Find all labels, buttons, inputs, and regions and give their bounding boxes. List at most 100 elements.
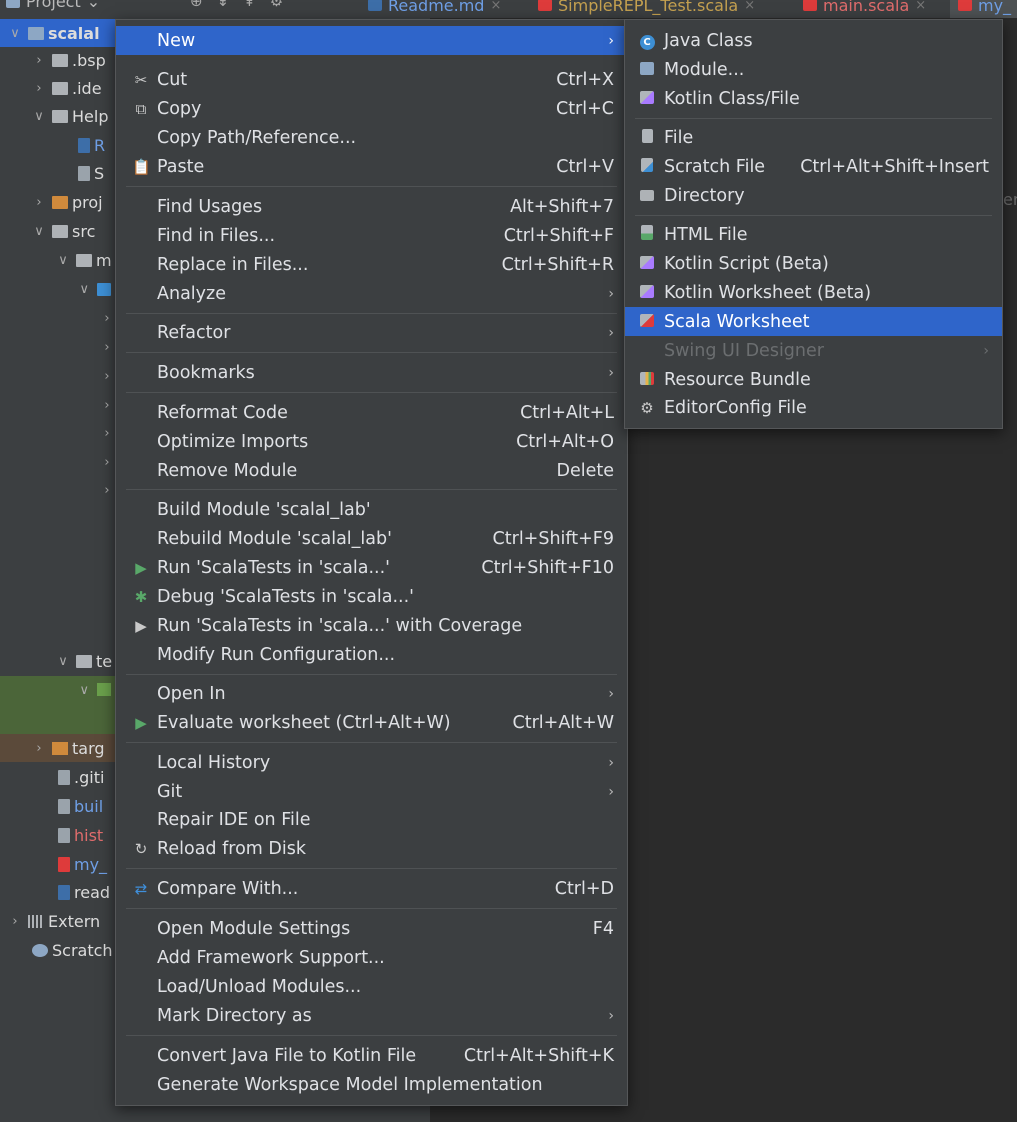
tree-item-project[interactable]: › proj bbox=[0, 188, 115, 216]
tree-item-history[interactable]: hist bbox=[0, 821, 115, 849]
menu-item-new[interactable]: New › bbox=[116, 26, 627, 55]
tree-item-idea[interactable]: › .ide bbox=[0, 74, 115, 102]
submenu-item-file[interactable]: File bbox=[625, 123, 1002, 152]
menu-item-git[interactable]: Git › bbox=[116, 777, 627, 806]
menu-item-reformat-code[interactable]: Reformat Code Ctrl+Alt+L bbox=[116, 398, 627, 427]
submenu-item-kotlin-script[interactable]: Kotlin Script (Beta) bbox=[625, 249, 1002, 278]
tab-readme[interactable]: Readme.md × bbox=[360, 0, 509, 18]
tab-my[interactable]: my_ bbox=[950, 0, 1017, 18]
menu-item-reload-from-disk[interactable]: ↻ Reload from Disk bbox=[116, 834, 627, 863]
tree-item-scratches[interactable]: Scratch bbox=[0, 936, 115, 964]
submenu-item-resource-bundle[interactable]: Resource Bundle bbox=[625, 365, 1002, 394]
chevron-right-icon[interactable]: › bbox=[32, 195, 46, 210]
menu-item-convert-java-to-kotlin[interactable]: Convert Java File to Kotlin File Ctrl+Al… bbox=[116, 1041, 627, 1070]
tree-item-collapsed[interactable]: › bbox=[0, 391, 115, 419]
menu-item-local-history[interactable]: Local History › bbox=[116, 748, 627, 777]
close-icon[interactable]: × bbox=[490, 0, 501, 13]
submenu-item-kotlin-class[interactable]: Kotlin Class/File bbox=[625, 84, 1002, 113]
submenu-item-scratch-file[interactable]: Scratch File Ctrl+Alt+Shift+Insert bbox=[625, 152, 1002, 181]
chevron-right-icon[interactable]: › bbox=[100, 483, 114, 498]
tree-item-gitignore[interactable]: .giti bbox=[0, 763, 115, 791]
menu-item-copy-path[interactable]: Copy Path/Reference... bbox=[116, 123, 627, 152]
chevron-down-icon[interactable]: ∨ bbox=[56, 253, 70, 268]
tree-item-help[interactable]: ∨ Help bbox=[0, 102, 115, 130]
locate-icon[interactable]: ⊕ bbox=[190, 0, 203, 10]
tab-simplerepl[interactable]: SimpleREPL_Test.scala × bbox=[530, 0, 763, 18]
tree-item-test[interactable]: ∨ te bbox=[0, 647, 115, 675]
menu-item-cut[interactable]: ✂ Cut Ctrl+X bbox=[116, 65, 627, 94]
menu-item-rebuild-module[interactable]: Rebuild Module 'scalal_lab' Ctrl+Shift+F… bbox=[116, 524, 627, 553]
menu-item-compare-with[interactable]: ⇄ Compare With... Ctrl+D bbox=[116, 874, 627, 903]
tree-item-r[interactable]: R bbox=[0, 131, 115, 159]
menu-item-analyze[interactable]: Analyze › bbox=[116, 279, 627, 308]
tree-item-collapsed[interactable]: › bbox=[0, 304, 115, 332]
menu-item-add-framework-support[interactable]: Add Framework Support... bbox=[116, 943, 627, 972]
chevron-down-icon[interactable]: ∨ bbox=[78, 282, 91, 297]
submenu-item-directory[interactable]: Directory bbox=[625, 181, 1002, 210]
menu-item-evaluate-worksheet[interactable]: ▶ Evaluate worksheet (Ctrl+Alt+W) Ctrl+A… bbox=[116, 708, 627, 737]
menu-item-open-module-settings[interactable]: Open Module Settings F4 bbox=[116, 914, 627, 943]
chevron-right-icon[interactable]: › bbox=[8, 914, 22, 929]
menu-item-refactor[interactable]: Refactor › bbox=[116, 318, 627, 347]
chevron-right-icon[interactable]: › bbox=[100, 369, 114, 384]
submenu-item-module[interactable]: Module... bbox=[625, 55, 1002, 84]
submenu-item-scala-worksheet[interactable]: Scala Worksheet bbox=[625, 307, 1002, 336]
tree-item-s[interactable]: S bbox=[0, 159, 115, 187]
menu-item-load-unload-modules[interactable]: Load/Unload Modules... bbox=[116, 972, 627, 1001]
menu-item-find-usages[interactable]: Find Usages Alt+Shift+7 bbox=[116, 192, 627, 221]
menu-item-modify-run-config[interactable]: Modify Run Configuration... bbox=[116, 640, 627, 669]
chevron-down-icon[interactable]: ∨ bbox=[8, 26, 22, 41]
tree-item-collapsed[interactable]: › bbox=[0, 362, 115, 390]
menu-item-build-module[interactable]: Build Module 'scalal_lab' bbox=[116, 495, 627, 524]
chevron-down-icon[interactable]: ∨ bbox=[32, 224, 46, 239]
menu-item-copy[interactable]: ⧉ Copy Ctrl+C bbox=[116, 94, 627, 123]
tree-item-collapsed[interactable]: › bbox=[0, 448, 115, 476]
tree-item-target[interactable]: › targ bbox=[0, 734, 115, 762]
project-view-selector[interactable]: Project ⌄ bbox=[6, 0, 100, 11]
tab-main[interactable]: main.scala × bbox=[795, 0, 934, 18]
menu-item-run-tests[interactable]: ▶ Run 'ScalaTests in 'scala...' Ctrl+Shi… bbox=[116, 553, 627, 582]
close-icon[interactable]: × bbox=[915, 0, 926, 13]
tree-item-root[interactable]: ∨ scalal bbox=[0, 19, 115, 47]
menu-item-run-with-coverage[interactable]: ▶ Run 'ScalaTests in 'scala...' with Cov… bbox=[116, 611, 627, 640]
menu-item-replace-in-files[interactable]: Replace in Files... Ctrl+Shift+R bbox=[116, 250, 627, 279]
tree-item-collapsed[interactable]: › bbox=[0, 419, 115, 447]
submenu-item-html-file[interactable]: HTML File bbox=[625, 220, 1002, 249]
close-icon[interactable]: × bbox=[744, 0, 755, 13]
menu-item-remove-module[interactable]: Remove Module Delete bbox=[116, 456, 627, 485]
tree-item-my[interactable]: my_ bbox=[0, 850, 115, 878]
submenu-item-kotlin-worksheet[interactable]: Kotlin Worksheet (Beta) bbox=[625, 278, 1002, 307]
chevron-down-icon[interactable]: ∨ bbox=[78, 683, 91, 698]
gear-icon[interactable]: ⚙ bbox=[270, 0, 283, 10]
chevron-right-icon[interactable]: › bbox=[100, 426, 114, 441]
tree-item-build[interactable]: buil bbox=[0, 792, 115, 820]
menu-item-open-in[interactable]: Open In › bbox=[116, 679, 627, 708]
chevron-down-icon[interactable]: ∨ bbox=[32, 109, 46, 124]
tree-item-collapsed[interactable]: › bbox=[0, 333, 115, 361]
tree-item-readme[interactable]: read bbox=[0, 878, 115, 906]
tree-item-bsp[interactable]: › .bsp bbox=[0, 46, 115, 74]
expand-icon[interactable]: ⇞ bbox=[243, 0, 256, 10]
menu-item-generate-workspace-model[interactable]: Generate Workspace Model Implementation bbox=[116, 1070, 627, 1099]
chevron-right-icon[interactable]: › bbox=[32, 741, 46, 756]
chevron-right-icon[interactable]: › bbox=[32, 81, 46, 96]
chevron-right-icon[interactable]: › bbox=[32, 53, 46, 68]
menu-item-find-in-files[interactable]: Find in Files... Ctrl+Shift+F bbox=[116, 221, 627, 250]
submenu-item-java-class[interactable]: C Java Class bbox=[625, 26, 1002, 55]
menu-item-optimize-imports[interactable]: Optimize Imports Ctrl+Alt+O bbox=[116, 427, 627, 456]
tree-item-test-scala[interactable]: ∨ bbox=[0, 676, 115, 734]
chevron-right-icon[interactable]: › bbox=[100, 398, 114, 413]
chevron-down-icon[interactable]: ∨ bbox=[56, 654, 70, 669]
chevron-right-icon[interactable]: › bbox=[100, 311, 114, 326]
tree-item-src[interactable]: ∨ src bbox=[0, 217, 115, 245]
tree-item-external-libraries[interactable]: › Extern bbox=[0, 907, 115, 935]
submenu-item-editorconfig[interactable]: ⚙ EditorConfig File bbox=[625, 393, 1002, 422]
menu-item-mark-directory-as[interactable]: Mark Directory as › bbox=[116, 1001, 627, 1030]
menu-item-paste[interactable]: 📋 Paste Ctrl+V bbox=[116, 152, 627, 181]
menu-item-bookmarks[interactable]: Bookmarks › bbox=[116, 358, 627, 387]
tree-item-main[interactable]: ∨ m bbox=[0, 246, 115, 274]
tree-item-collapsed[interactable]: › bbox=[0, 476, 115, 504]
chevron-right-icon[interactable]: › bbox=[100, 455, 114, 470]
collapse-icon[interactable]: ⇟ bbox=[217, 0, 230, 10]
menu-item-repair-ide[interactable]: Repair IDE on File bbox=[116, 805, 627, 834]
